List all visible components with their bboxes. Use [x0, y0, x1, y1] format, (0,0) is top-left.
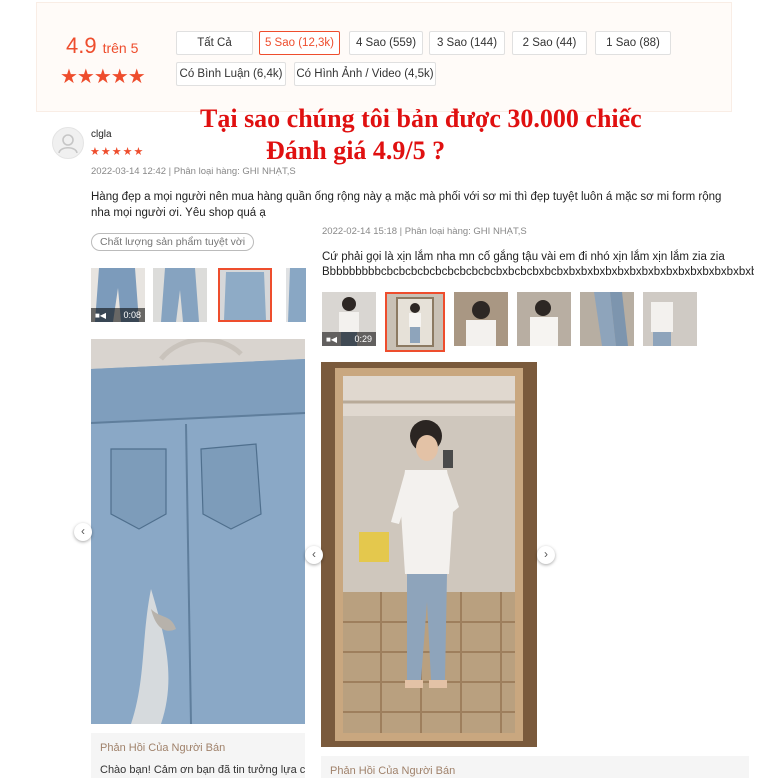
- filter-5-star-button[interactable]: 5 Sao (12,3k): [259, 31, 340, 55]
- filter-3-star-button[interactable]: 3 Sao (144): [429, 31, 505, 55]
- jeans-photo: [286, 268, 306, 322]
- filter-4-star-button[interactable]: 4 Sao (559): [349, 31, 423, 55]
- review-photo-thumbnail[interactable]: [454, 292, 508, 346]
- review-photo-large[interactable]: [321, 362, 537, 747]
- person-photo: [643, 292, 697, 346]
- video-camera-icon: ■◀: [326, 335, 337, 344]
- review-photo-thumbnail[interactable]: [580, 292, 634, 346]
- review-text-line-1: Cứ phải gọi là xịn lắm nha mn cố gắng tậ…: [322, 251, 725, 263]
- review-photo-thumbnail-selected[interactable]: [385, 292, 445, 352]
- jeans-photo: [220, 270, 270, 320]
- filter-all-button[interactable]: Tất Cả: [176, 31, 253, 55]
- jeans-back-photo: [91, 339, 305, 724]
- review-video-thumbnail[interactable]: ■◀ 0:08: [91, 268, 145, 322]
- review-photo-thumbnail[interactable]: [286, 268, 306, 322]
- review-text-line-2: Bbbbbbbbbcbcbcbcbcbcbcbcbcbcbxbcbcbxbcbx…: [322, 266, 754, 278]
- review-video-thumbnail[interactable]: ■◀ 0:29: [322, 292, 376, 346]
- review-tag: Chất lượng sản phẩm tuyệt vời: [91, 233, 255, 251]
- review-photo-thumbnail-selected[interactable]: [218, 268, 272, 322]
- mirror-selfie-photo: [321, 362, 537, 747]
- video-duration: 0:29: [354, 334, 372, 344]
- rating-average: 4.9 trên 5: [66, 33, 138, 59]
- headline-line-2: Đánh giá 4.9/5 ?: [266, 136, 446, 165]
- photo-prev-button[interactable]: ‹: [305, 546, 323, 564]
- video-camera-icon: ■◀: [95, 311, 106, 320]
- video-duration: 0:08: [123, 310, 141, 320]
- rating-value: 4.9: [66, 33, 97, 58]
- review-photo-thumbnail[interactable]: [643, 292, 697, 346]
- video-badge: ■◀ 0:29: [322, 332, 376, 346]
- filter-1-star-button[interactable]: 1 Sao (88): [595, 31, 671, 55]
- review-photo-thumbnail[interactable]: [153, 268, 207, 322]
- rating-stars: ★★★★★: [60, 66, 146, 88]
- person-photo: [454, 292, 508, 346]
- review-meta: 2022-03-14 12:42 | Phân loại hàng: GHI N…: [91, 166, 296, 177]
- video-badge: ■◀ 0:08: [91, 308, 145, 322]
- headline-line-1: Tại sao chúng tôi bản được 30.000 chiếc: [200, 104, 642, 133]
- rating-suffix: trên 5: [102, 40, 139, 56]
- filter-with-media-button[interactable]: Có Hình Ảnh / Video (4,5k): [294, 62, 436, 86]
- photo-next-button[interactable]: ›: [537, 546, 555, 564]
- person-photo: [387, 294, 443, 350]
- photo-prev-button[interactable]: ‹: [74, 523, 92, 541]
- review-stars: ★★★★★: [90, 146, 145, 158]
- jeans-photo: [153, 268, 207, 322]
- filter-with-comment-button[interactable]: Có Bình Luận (6,4k): [176, 62, 286, 86]
- seller-reply-title: Phản Hồi Của Người Bán: [100, 742, 226, 754]
- review-photo-thumbnail[interactable]: [517, 292, 571, 346]
- rating-summary-panel: [36, 2, 732, 112]
- seller-reply-title: Phản Hồi Của Người Bán: [330, 765, 456, 777]
- avatar[interactable]: [52, 127, 84, 159]
- review-username[interactable]: clgla: [91, 129, 112, 140]
- filter-2-star-button[interactable]: 2 Sao (44): [512, 31, 587, 55]
- person-photo: [517, 292, 571, 346]
- review-photo-large[interactable]: [91, 339, 305, 724]
- user-placeholder-icon: [58, 134, 78, 154]
- review-text: Hàng đẹp a mọi người nên mua hàng quần ố…: [91, 191, 722, 219]
- review-meta: 2022-02-14 15:18 | Phân loại hàng: GHI N…: [322, 226, 527, 237]
- jeans-photo: [580, 292, 634, 346]
- seller-reply-text: Chào bạn! Cảm ơn bạn đã tin tưởng lựa ch…: [100, 764, 305, 776]
